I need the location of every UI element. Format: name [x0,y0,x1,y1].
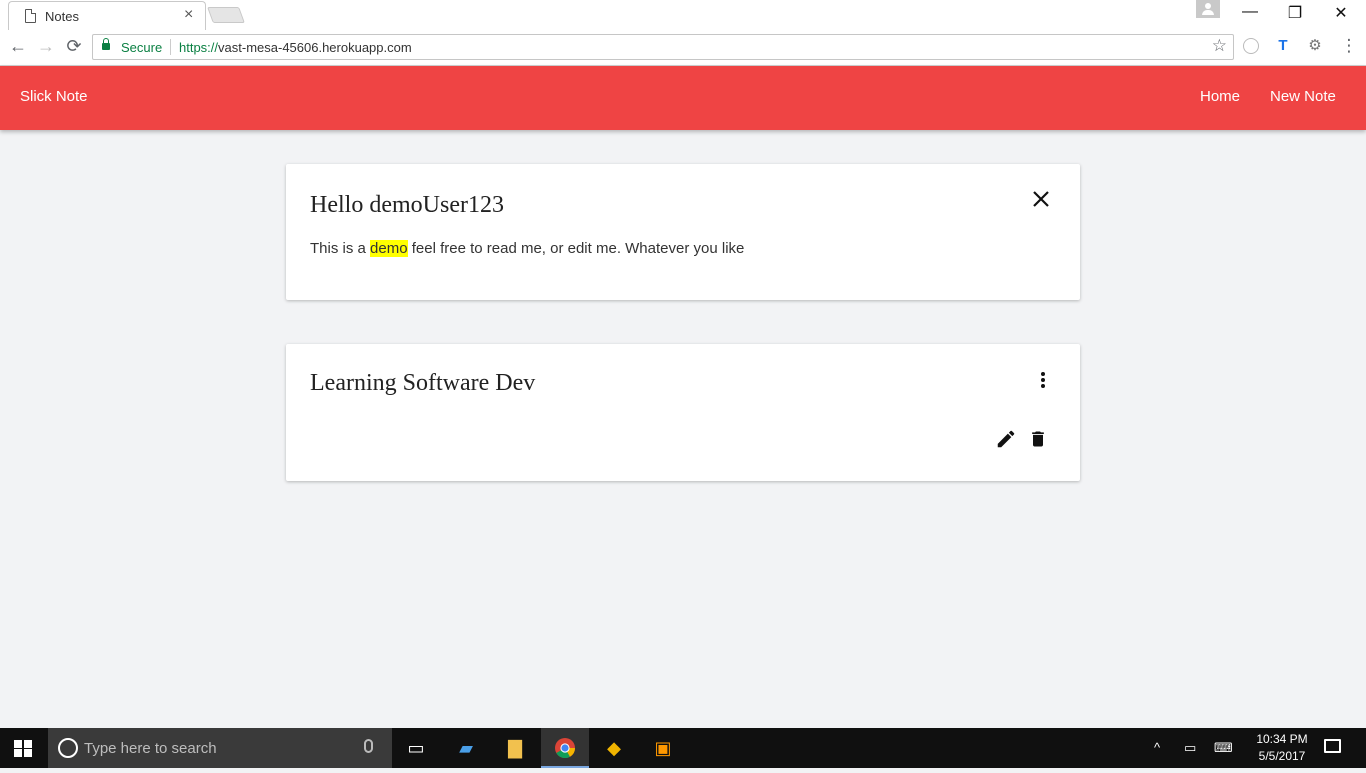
note-card: Hello demoUser123 This is a demo feel fr… [286,164,1080,300]
chevron-up-icon[interactable]: ^ [1154,740,1160,755]
clock-time: 10:34 PM [1256,732,1308,746]
nav-new-note[interactable]: New Note [1270,88,1336,105]
notifications-icon[interactable] [1324,739,1341,753]
extension-icon[interactable] [1243,38,1259,54]
note-title: Learning Software Dev [310,370,536,396]
search-placeholder: Type here to search [84,740,217,757]
t-extension-icon[interactable]: T [1274,37,1292,55]
react-devtools-icon[interactable]: ⚙ [1306,37,1324,55]
address-bar[interactable]: Secure https://vast-mesa-45606.herokuapp… [92,34,1234,60]
url-scheme: https:// [179,40,219,55]
lock-icon [102,38,110,50]
close-icon[interactable] [1032,184,1050,215]
note-card: Learning Software Dev [286,344,1080,481]
bookmark-star-icon[interactable]: ☆ [1212,36,1227,56]
browser-toolbar: ← → ⟳ Secure https://vast-mesa-45606.her… [0,30,1366,66]
keyboard-icon[interactable]: ⌨ [1214,740,1233,756]
note-title: Hello demoUser123 [310,192,504,218]
windows-taskbar: Type here to search ▭ ▰ ▇ ◆ ▣ ^ ▭ ⌨ 10:3… [0,728,1366,768]
highlighted-word: demo [370,240,408,257]
url-text[interactable]: https://vast-mesa-45606.herokuapp.com [179,40,412,55]
close-window-button[interactable]: ✕ [1329,3,1353,23]
windows-start-icon[interactable] [14,740,32,757]
restore-button[interactable]: ❐ [1283,3,1307,23]
minimize-button[interactable]: — [1238,3,1262,21]
note-body: This is a demo feel free to read me, or … [310,240,744,257]
git-icon[interactable]: ◆ [590,728,638,768]
task-view-icon[interactable]: ▭ [392,728,440,768]
sublime-text-icon[interactable]: ▣ [639,728,687,768]
reload-button[interactable]: ⟳ [63,36,85,57]
file-explorer-icon[interactable]: ▇ [491,728,539,768]
chrome-menu-icon[interactable]: ⋮ [1340,37,1358,55]
url-host: vast-mesa-45606.herokuapp.com [218,40,412,55]
forward-button[interactable]: → [35,36,57,57]
battery-icon[interactable]: ▭ [1184,740,1196,756]
chrome-icon[interactable] [541,728,589,768]
page-icon [25,9,36,23]
profile-icon[interactable] [1196,0,1220,18]
brand-link[interactable]: Slick Note [20,88,88,105]
note-body-text: feel free to read me, or edit me. Whatev… [407,240,745,257]
divider [170,39,171,55]
note-body-text: This is a [310,240,371,257]
trash-icon[interactable] [1028,428,1048,455]
tab-title: Notes [45,9,79,24]
pencil-icon[interactable] [995,428,1017,455]
secure-label: Secure [121,40,163,55]
more-vert-icon[interactable] [1041,372,1045,390]
nav-home[interactable]: Home [1200,88,1240,105]
app-bar: Slick Note Home New Note [0,66,1366,130]
back-button[interactable]: ← [7,36,29,57]
tab-close-icon[interactable]: × [184,6,193,24]
browser-tab-strip: Notes × — ❐ ✕ [0,0,1366,30]
microphone-icon[interactable] [364,739,373,753]
cortana-icon [58,738,78,758]
app-icon[interactable]: ▰ [442,728,490,768]
clock[interactable]: 10:34 PM 5/5/2017 [1254,731,1310,765]
clock-date: 5/5/2017 [1258,749,1306,763]
taskbar-search-box[interactable]: Type here to search [48,728,392,768]
browser-tab[interactable]: Notes × [8,1,206,30]
new-tab-button[interactable] [207,7,245,23]
